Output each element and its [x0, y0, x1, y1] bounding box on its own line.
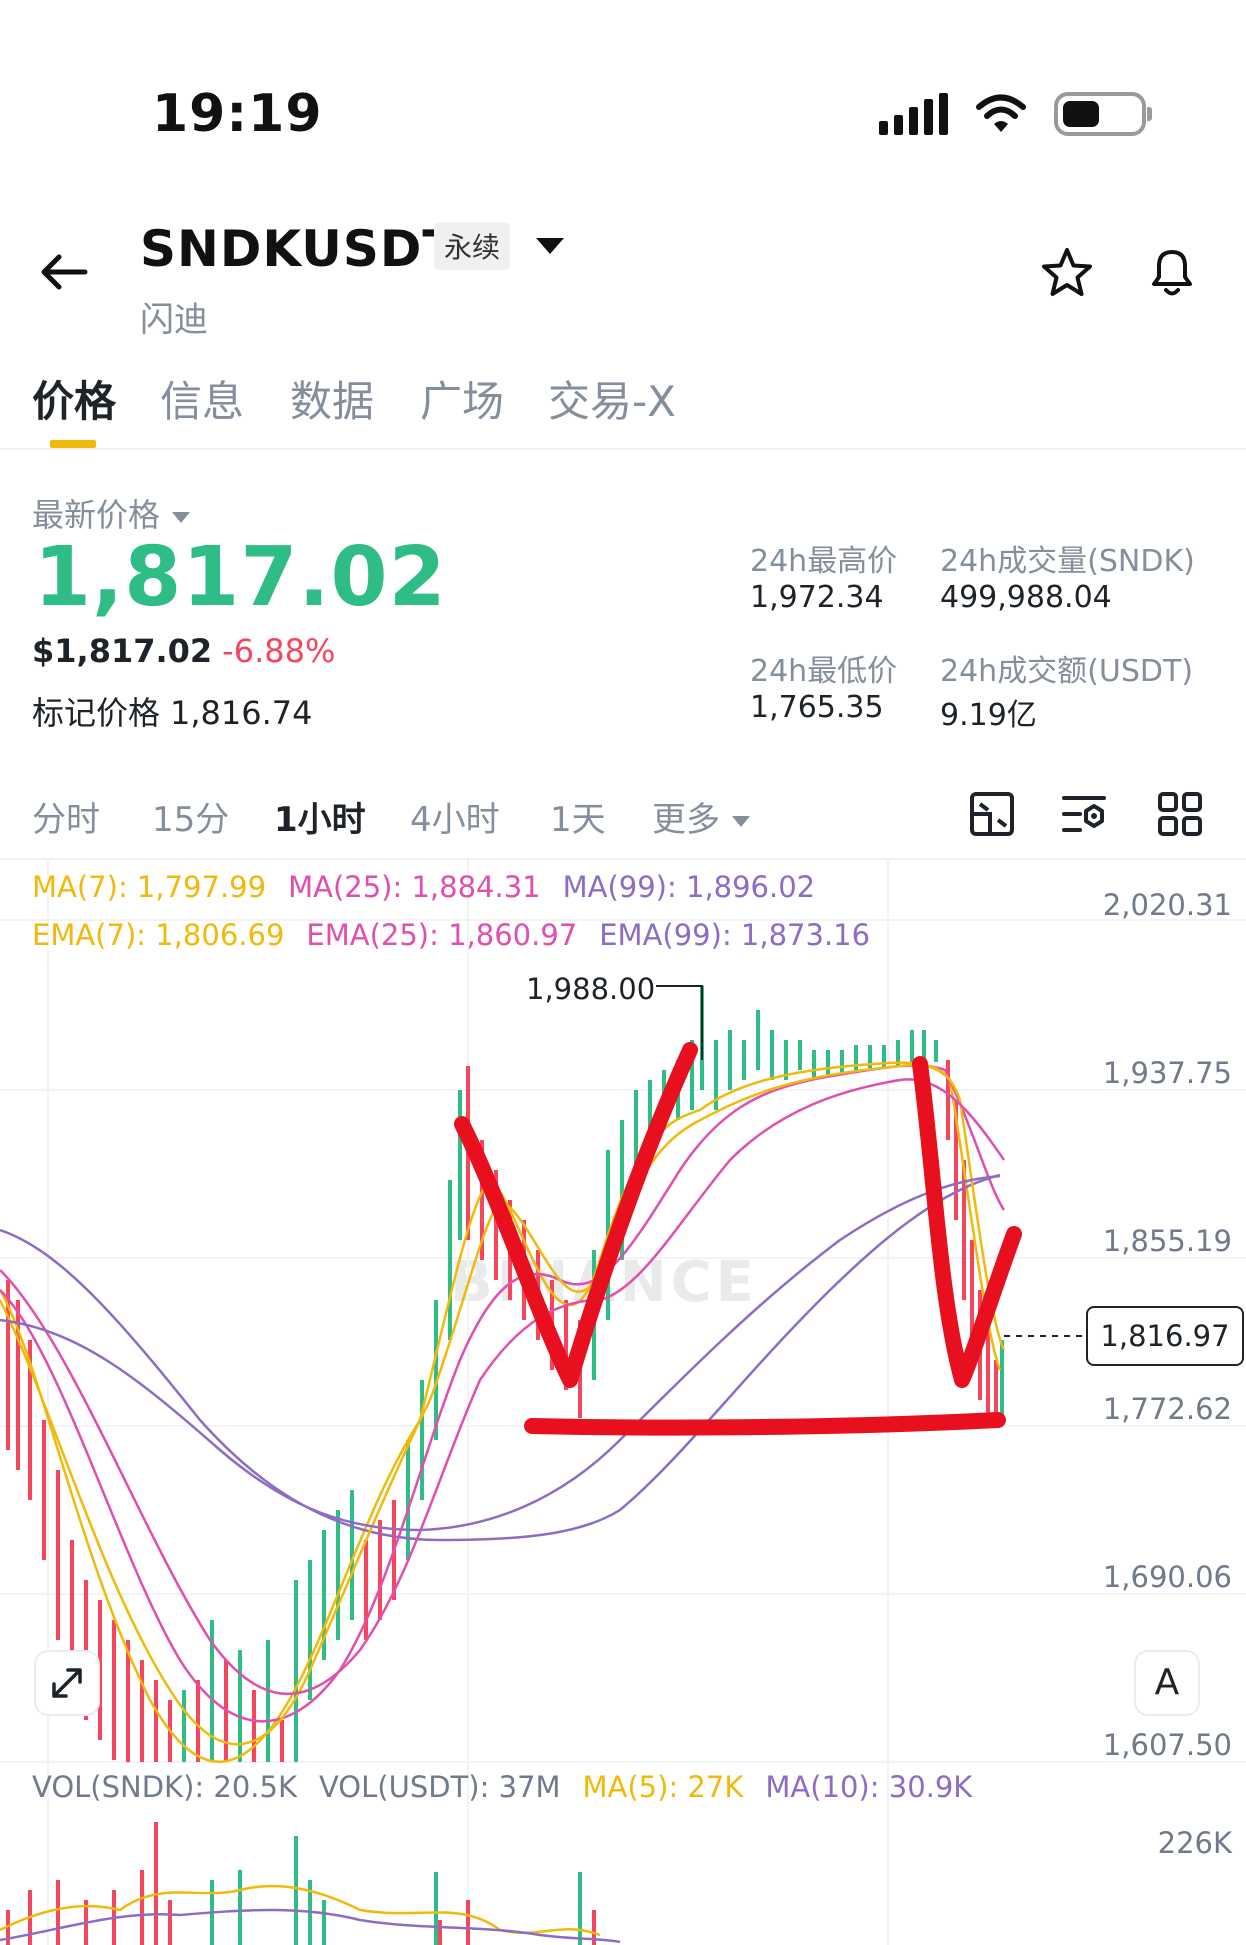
volume-bars — [6, 1822, 596, 1945]
ma25-legend: MA(25): 1,884.31 — [288, 870, 541, 904]
ema7-legend: EMA(7): 1,806.69 — [32, 918, 285, 952]
y-axis-label: 1,607.50 — [1102, 1728, 1232, 1762]
vol-usdt-legend: VOL(USDT): 37M — [318, 1770, 561, 1804]
y-axis-label: 1,690.06 — [1102, 1560, 1232, 1594]
ma25-line — [0, 1064, 1006, 1723]
y-axis-label: 2,020.31 — [1102, 888, 1232, 922]
moving-average-lines — [0, 1061, 1006, 1763]
ema-legend: EMA(7): 1,806.69 EMA(25): 1,860.97 EMA(99)… — [32, 918, 892, 952]
hand-drawn-annotation — [454, 1042, 1022, 1436]
chart-high-marker: 1,988.00 — [526, 972, 656, 1006]
volume-y-max: 226K — [1157, 1826, 1232, 1860]
ma99-legend: MA(99): 1,896.02 — [562, 870, 816, 904]
volume-legend: VOL(SNDK): 20.5K VOL(USDT): 37M MA(5): 27K… — [32, 1770, 994, 1804]
y-axis-label: 1,937.75 — [1102, 1056, 1232, 1090]
y-axis-label: 1,855.19 — [1102, 1224, 1232, 1258]
ma-legend: MA(7): 1,797.99 MA(25): 1,884.31 MA(99): 1… — [32, 870, 837, 904]
annotation-baseline — [524, 1412, 1006, 1436]
candles-down — [6, 1060, 998, 1762]
y-axis-label: 1,772.62 — [1102, 1392, 1232, 1426]
annotation-v-left — [454, 1042, 698, 1388]
expand-icon — [52, 1668, 82, 1698]
ema7-line — [0, 1063, 1006, 1746]
vol-sndk-legend: VOL(SNDK): 20.5K — [32, 1770, 297, 1804]
ema25-legend: EMA(25): 1,860.97 — [306, 918, 578, 952]
auto-scale-button[interactable]: A — [1134, 1650, 1200, 1716]
vol-ma10-legend: MA(10): 30.9K — [765, 1770, 973, 1804]
ema99-legend: EMA(99): 1,873.16 — [599, 918, 871, 952]
fullscreen-button[interactable] — [34, 1650, 100, 1716]
ma7-legend: MA(7): 1,797.99 — [32, 870, 267, 904]
candles-up — [182, 986, 1004, 1762]
vol-ma5-legend: MA(5): 27K — [582, 1770, 744, 1804]
current-price-tag: 1,816.97 — [1086, 1306, 1244, 1366]
